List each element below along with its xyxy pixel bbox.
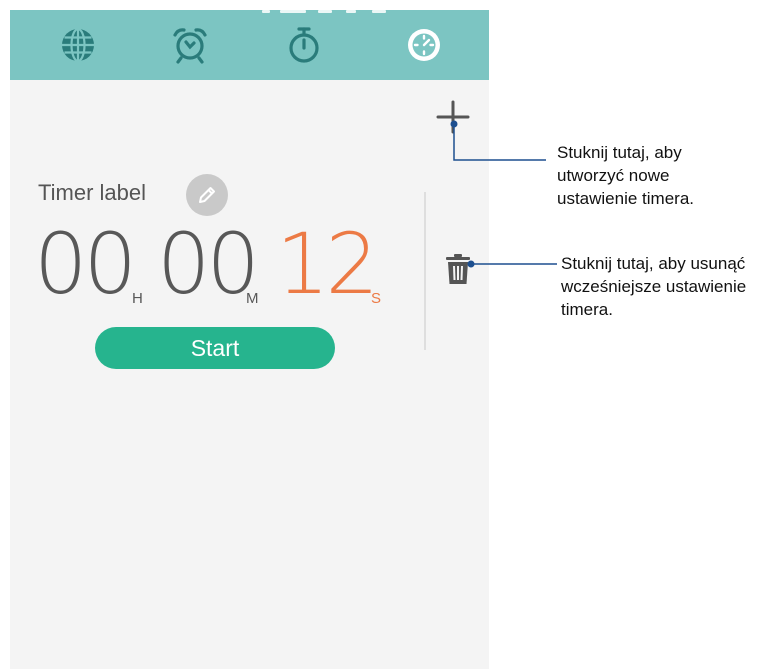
alarm-clock-icon xyxy=(173,28,207,64)
status-bar-fragment xyxy=(262,10,392,16)
hours-display[interactable]: 00 xyxy=(34,222,137,306)
minutes-unit: M xyxy=(246,290,259,307)
callout-add-line: utworzyć nowe xyxy=(557,166,670,185)
tab-world-clock[interactable] xyxy=(54,21,102,69)
delete-timer-button[interactable] xyxy=(444,252,472,286)
callout-add-line: ustawienie timera. xyxy=(557,189,695,208)
timer-screen: Timer label 00 H 00 M 12 S Start xyxy=(10,10,489,669)
callout-delete-line: timera. xyxy=(561,300,613,319)
callout-add-line: Stuknij tutaj, aby xyxy=(557,143,682,162)
timer-icon xyxy=(408,29,440,61)
callout-delete: Stuknij tutaj, aby usunąć wcześniejsze u… xyxy=(561,252,781,321)
callout-delete-line: wcześniejsze ustawienie xyxy=(561,277,747,296)
tab-alarm[interactable] xyxy=(166,21,214,69)
seconds-display[interactable]: 12 xyxy=(276,222,379,306)
stopwatch-icon xyxy=(289,27,319,63)
callout-delete-line: Stuknij tutaj, aby usunąć xyxy=(561,254,746,273)
globe-icon xyxy=(62,27,94,63)
tab-bar xyxy=(10,10,489,80)
vertical-divider xyxy=(424,192,426,350)
add-timer-button[interactable] xyxy=(434,98,472,136)
pencil-icon xyxy=(199,187,215,203)
timer-label[interactable]: Timer label xyxy=(38,180,146,206)
start-button[interactable]: Start xyxy=(95,327,335,369)
tab-timer[interactable] xyxy=(400,21,448,69)
minutes-display[interactable]: 00 xyxy=(157,222,260,306)
edit-label-button[interactable] xyxy=(186,174,228,216)
hours-unit: H xyxy=(132,290,143,307)
seconds-unit: S xyxy=(371,290,382,307)
callout-add: Stuknij tutaj, aby utworzyć nowe ustawie… xyxy=(557,141,777,210)
tab-stopwatch[interactable] xyxy=(280,21,328,69)
